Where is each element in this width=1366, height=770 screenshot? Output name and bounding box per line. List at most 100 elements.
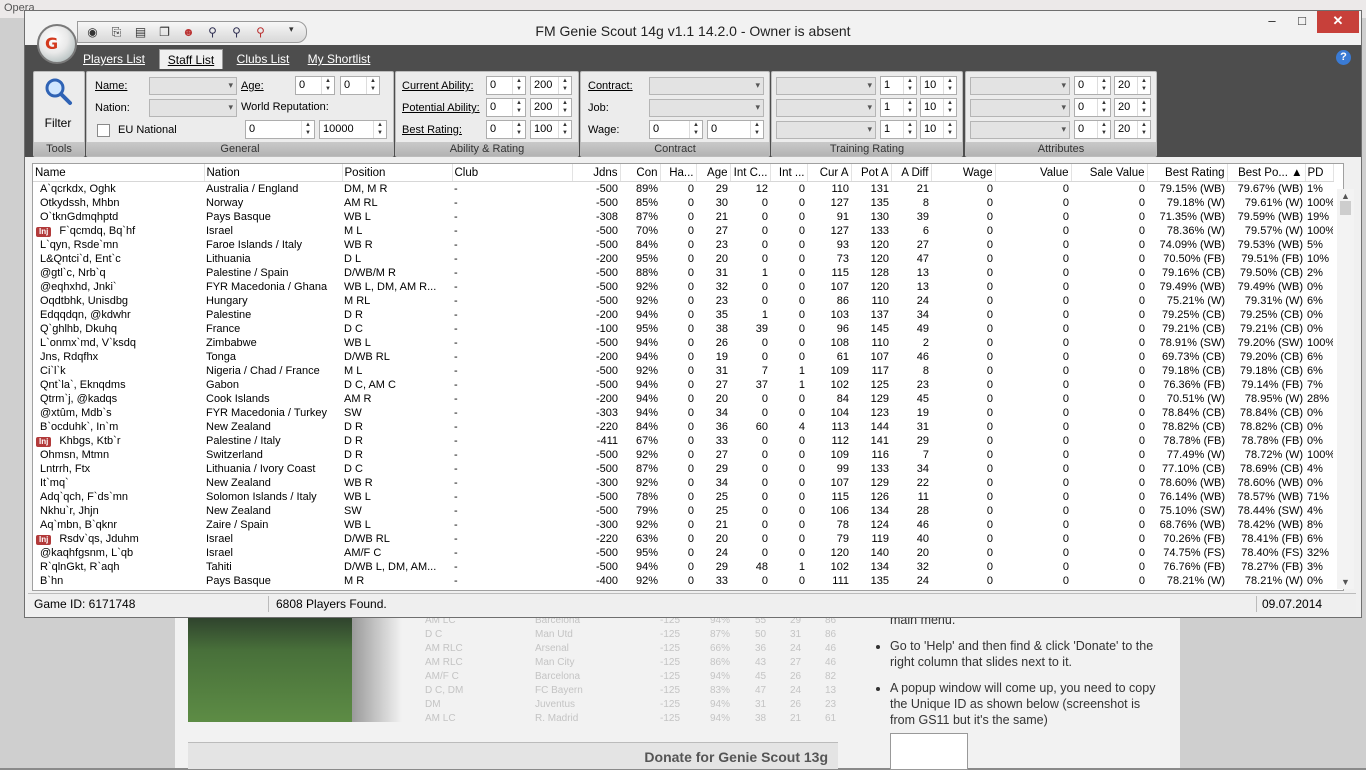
table-row[interactable]: Lntrrh, Ftx Lithuania / Ivory Coast D C - -5… xyxy=(33,462,1333,476)
contract-combo[interactable] xyxy=(649,77,764,95)
tab-players-list[interactable]: Players List xyxy=(81,49,147,69)
age-min-spinner[interactable]: 0 ▲ ▼ xyxy=(295,76,335,95)
column-header[interactable]: Cur A xyxy=(807,164,852,182)
spinner-arrows-icon[interactable]: ▲ ▼ xyxy=(558,77,571,94)
scroll-thumb[interactable] xyxy=(1340,201,1351,215)
training-combo-3[interactable] xyxy=(776,121,876,139)
training-combo-2[interactable] xyxy=(776,99,876,117)
column-header[interactable]: Int C... xyxy=(730,164,771,182)
table-row[interactable]: R`qlnGkt, R`aqh Tahiti D/WB L, DM, AM... - -… xyxy=(33,560,1333,574)
table-row[interactable]: Ohmsn, Mtmn Switzerland D R - -500 92% 0 27 0 0 10… xyxy=(33,448,1333,462)
table-row[interactable]: Q`ghlhb, Dkuhq France D C - -100 95% 0 38 39 0 96 1… xyxy=(33,322,1333,336)
tab-staff-list[interactable]: Staff List xyxy=(159,49,223,70)
column-header[interactable]: Value xyxy=(995,164,1072,182)
table-row[interactable]: @gtl`c, Nrb`q Palestine / Spain D/WB/M R - -… xyxy=(33,266,1333,280)
table-row[interactable]: @kaqhfgsnm, L`qb Israel AM/F C - -500 95% 0 24 0… xyxy=(33,546,1333,560)
donate-banner[interactable]: Donate for Genie Scout 13g xyxy=(188,742,838,769)
spinner-arrows-icon[interactable]: ▲ ▼ xyxy=(1137,121,1150,138)
table-row[interactable]: Ci`l`k Nigeria / Chad / France M L - -500 92%… xyxy=(33,364,1333,378)
table-row[interactable]: A`qcrkdx, Oghk Australia / England DM, M R… xyxy=(33,182,1333,197)
table-row[interactable]: L&Qntci`d, Ent`c Lithuania D L - -200 95% 0 20 0… xyxy=(33,252,1333,266)
table-row[interactable]: @eqhxhd, Jnki` FYR Macedonia / Ghana WB L,… xyxy=(33,280,1333,294)
pa-max-spinner[interactable]: 200 ▲ ▼ xyxy=(530,98,572,117)
spinner-arrows-icon[interactable]: ▲ ▼ xyxy=(943,77,956,94)
table-row[interactable]: Aq`mbn, B`qknr Zaire / Spain WB L - -300 92% 0… xyxy=(33,518,1333,532)
column-header[interactable]: Name xyxy=(33,164,205,182)
table-row[interactable]: B`hn Pays Basque M R - -400 92% 0 33 0 0 111 135 24 0… xyxy=(33,574,1333,588)
column-header[interactable]: Best Rating xyxy=(1147,164,1228,182)
br-min-spinner[interactable]: 0 ▲ ▼ xyxy=(486,120,526,139)
attribute-max-1[interactable]: 20 ▲ ▼ xyxy=(1114,76,1151,95)
spinner-arrows-icon[interactable]: ▲ ▼ xyxy=(512,77,525,94)
table-row[interactable]: @xtûm, Mdb`s FYR Macedonia / Turkey SW - -30… xyxy=(33,406,1333,420)
training-min-2[interactable]: 1 ▲ ▼ xyxy=(880,98,917,117)
training-min-1[interactable]: 1 ▲ ▼ xyxy=(880,76,917,95)
attribute-min-3[interactable]: 0 ▲ ▼ xyxy=(1074,120,1111,139)
attribute-max-2[interactable]: 20 ▲ ▼ xyxy=(1114,98,1151,117)
wage-min-spinner[interactable]: 0 ▲ ▼ xyxy=(649,120,703,139)
column-header[interactable]: Ha... xyxy=(660,164,697,182)
column-header[interactable]: Wage xyxy=(931,164,996,182)
reputation-max-spinner[interactable]: 10000 ▲ ▼ xyxy=(319,120,387,139)
app-logo[interactable]: G xyxy=(37,24,77,64)
column-header[interactable]: Best Po... ▲ xyxy=(1227,164,1306,182)
wage-max-spinner[interactable]: 0 ▲ ▼ xyxy=(707,120,764,139)
column-header[interactable]: Sale Value xyxy=(1071,164,1148,182)
table-row[interactable]: Otkydssh, Mhbn Norway AM RL - -500 85% 0 30 0 0 12… xyxy=(33,196,1333,210)
spinner-arrows-icon[interactable]: ▲ ▼ xyxy=(943,99,956,116)
ca-min-spinner[interactable]: 0 ▲ ▼ xyxy=(486,76,526,95)
spinner-arrows-icon[interactable]: ▲ ▼ xyxy=(558,121,571,138)
table-row[interactable]: O`tknGdmqhptd Pays Basque WB L - -308 87% 0 21 0… xyxy=(33,210,1333,224)
column-header[interactable]: Con xyxy=(620,164,661,182)
table-row[interactable]: Edqqdqn, @kdwhr Palestine D R - -200 94% 0 35 1 0… xyxy=(33,308,1333,322)
spinner-arrows-icon[interactable]: ▲ ▼ xyxy=(321,77,334,94)
spinner-arrows-icon[interactable]: ▲ ▼ xyxy=(512,99,525,116)
table-row[interactable]: Oqdtbhk, Unisdbg Hungary M RL - -500 92% 0 23 0 0… xyxy=(33,294,1333,308)
column-header[interactable]: Club xyxy=(452,164,573,182)
table-row[interactable]: Inj F`qcmdq, Bq`hf Israel M L - -500 70% 0 27 0 0 1… xyxy=(33,224,1333,238)
training-max-3[interactable]: 10 ▲ ▼ xyxy=(920,120,957,139)
table-row[interactable]: Jns, Rdqfhx Tonga D/WB RL - -200 94% 0 19 0 0 61 10… xyxy=(33,350,1333,364)
training-max-1[interactable]: 10 ▲ ▼ xyxy=(920,76,957,95)
spinner-arrows-icon[interactable]: ▲ ▼ xyxy=(750,121,763,138)
spinner-arrows-icon[interactable]: ▲ ▼ xyxy=(903,77,916,94)
eu-national-checkbox[interactable] xyxy=(97,124,110,137)
spinner-arrows-icon[interactable]: ▲ ▼ xyxy=(558,99,571,116)
spinner-arrows-icon[interactable]: ▲ ▼ xyxy=(373,121,386,138)
minimize-button[interactable]: – xyxy=(1257,11,1287,33)
spinner-arrows-icon[interactable]: ▲ ▼ xyxy=(1137,99,1150,116)
scroll-up-icon[interactable]: ▲ xyxy=(1337,191,1354,201)
tab-my-shortlist[interactable]: My Shortlist xyxy=(307,49,371,69)
training-combo-1[interactable] xyxy=(776,77,876,95)
training-min-3[interactable]: 1 ▲ ▼ xyxy=(880,120,917,139)
spinner-arrows-icon[interactable]: ▲ ▼ xyxy=(1137,77,1150,94)
vertical-scrollbar[interactable]: ▲ ▼ xyxy=(1337,189,1354,589)
spinner-arrows-icon[interactable]: ▲ ▼ xyxy=(689,121,702,138)
age-max-spinner[interactable]: 0 ▲ ▼ xyxy=(340,76,380,95)
name-combo[interactable] xyxy=(149,77,237,95)
nation-combo[interactable] xyxy=(149,99,237,117)
spinner-arrows-icon[interactable]: ▲ ▼ xyxy=(512,121,525,138)
job-combo[interactable] xyxy=(649,99,764,117)
table-row[interactable]: L`onmx`md, V`ksdq Zimbabwe WB L - -500 94% 0 26… xyxy=(33,336,1333,350)
column-header[interactable]: Age xyxy=(696,164,731,182)
column-header[interactable]: PD xyxy=(1305,164,1334,182)
ca-max-spinner[interactable]: 200 ▲ ▼ xyxy=(530,76,572,95)
spinner-arrows-icon[interactable]: ▲ ▼ xyxy=(301,121,314,138)
spinner-arrows-icon[interactable]: ▲ ▼ xyxy=(903,99,916,116)
table-row[interactable]: Nkhu`r, Jhjn New Zealand SW - -500 79% 0 25 0 0 10… xyxy=(33,504,1333,518)
attribute-max-3[interactable]: 20 ▲ ▼ xyxy=(1114,120,1151,139)
filter-button[interactable]: Filter xyxy=(37,74,79,134)
scroll-down-icon[interactable]: ▼ xyxy=(1337,577,1354,587)
table-row[interactable]: Inj Khbgs, Ktb`r Palestine / Italy D R - -411… xyxy=(33,434,1333,448)
spinner-arrows-icon[interactable]: ▲ ▼ xyxy=(1097,121,1110,138)
spinner-arrows-icon[interactable]: ▲ ▼ xyxy=(366,77,379,94)
column-header[interactable]: A Diff xyxy=(891,164,932,182)
column-header[interactable]: Pot A xyxy=(851,164,892,182)
table-row[interactable]: Inj Rsdv`qs, Jduhm Israel D/WB RL - -220 63% 0 2… xyxy=(33,532,1333,546)
attribute-combo-3[interactable] xyxy=(970,121,1070,139)
column-header[interactable]: Jdns xyxy=(572,164,621,182)
attribute-min-2[interactable]: 0 ▲ ▼ xyxy=(1074,98,1111,117)
br-max-spinner[interactable]: 100 ▲ ▼ xyxy=(530,120,572,139)
table-row[interactable]: Adq`qch, F`ds`mn Solomon Islands / Italy W… xyxy=(33,490,1333,504)
